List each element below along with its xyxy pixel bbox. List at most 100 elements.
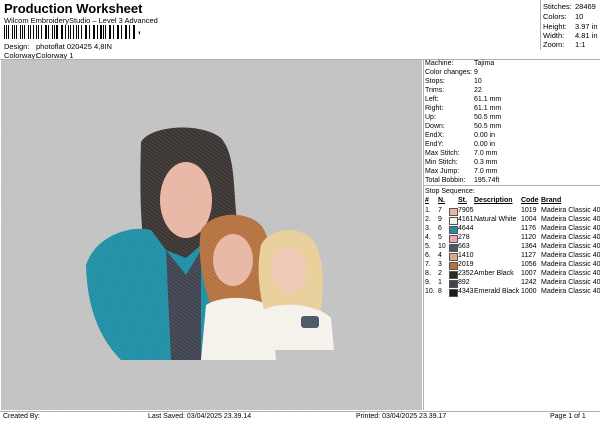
stop-n: 2 (438, 270, 442, 277)
barcode-bar (35, 25, 38, 39)
colors-row: Colors: 10 (543, 12, 583, 21)
stop-code: 1120 (521, 234, 537, 241)
stop-st: 892 (458, 279, 470, 286)
stop-st: 2019 (458, 261, 474, 268)
stop-n: 1 (438, 279, 442, 286)
barcode-bar (134, 25, 136, 39)
thread-color-swatch (449, 244, 458, 252)
stop-row: 9. 1 892 1242 Madeira Classic 40 (425, 279, 600, 288)
width-row: Width: 4.81 in (543, 31, 598, 40)
thread-color-swatch (449, 217, 458, 225)
machine-row: EndY: 0.00 in (425, 141, 495, 150)
stop-n: 5 (438, 234, 442, 241)
machine-value: Tajima (474, 60, 495, 67)
machine-value: 7.0 mm (474, 168, 498, 175)
stop-code: 1364 (521, 243, 537, 250)
machine-row: Max Stitch: 7.0 mm (425, 150, 497, 159)
thread-color-swatch (449, 271, 458, 279)
machine-label: Min Stitch: (425, 159, 458, 166)
col-st: St. (458, 197, 467, 204)
col-brand: Brand (541, 197, 562, 204)
machine-label: Down: (425, 123, 445, 130)
design-preview (1, 60, 422, 410)
machine-label: Machine: (425, 60, 454, 67)
created-by: Created By: (3, 413, 40, 420)
stop-row: 4. 5 278 1120 Madeira Classic 40 (425, 234, 600, 243)
barcode-bar (56, 25, 58, 39)
machine-label: Trims: (425, 87, 445, 94)
machine-label: Up: (425, 114, 436, 121)
machine-value: 0.00 in (474, 132, 496, 139)
barcode-bar (28, 25, 30, 39)
stop-num: 5. (425, 243, 431, 250)
height-value: 3.97 in (575, 22, 598, 31)
thread-color-swatch (449, 289, 458, 297)
barcode-bar (40, 25, 42, 39)
machine-row: Left: 61.1 mm (425, 96, 501, 105)
barcode-bar (60, 25, 62, 39)
stop-desc: Amber Black (474, 270, 514, 277)
machine-row: Max Jump: 7.0 mm (425, 168, 497, 177)
stop-brand: Madeira Classic 40 (541, 279, 600, 286)
embroidery-artwork (1, 60, 422, 410)
machine-label: Max Stitch: (425, 150, 460, 157)
stop-sequence: Stop Sequence: # N. St. Description Code… (425, 188, 600, 301)
stop-row: 5. 10 663 1364 Madeira Classic 40 (425, 243, 600, 252)
stop-row: 6. 4 1410 1127 Madeira Classic 40 (425, 252, 600, 261)
stop-row: 3. 6 4644 1176 Madeira Classic 40 (425, 225, 600, 234)
barcode-bar (78, 25, 80, 39)
zoom-label: Zoom: (543, 40, 565, 49)
barcode-bar (86, 25, 88, 39)
stop-row: 8. 2 2352 Amber Black 1007 Madeira Classic 40 (425, 270, 600, 279)
machine-row: Trims: 22 (425, 87, 482, 96)
height-label: Height: (543, 22, 567, 31)
stop-st: 278 (458, 234, 470, 241)
stop-code: 1004 (521, 216, 537, 223)
machine-label: Total Bobbin: (425, 177, 466, 184)
stop-brand: Madeira Classic 40 (541, 288, 600, 295)
stop-brand: Madeira Classic 40 (541, 243, 600, 250)
barcode-bar (76, 25, 77, 39)
stop-brand: Madeira Classic 40 (541, 207, 600, 214)
design-label: Design: (4, 42, 30, 51)
machine-row: Right: 61.1 mm (425, 105, 501, 114)
barcode-bar (4, 25, 5, 39)
machine-value: 7.0 mm (474, 150, 498, 157)
stop-num: 9. (425, 279, 431, 286)
barcode-bar (24, 25, 26, 39)
summary-panel: Stitches: 28469 Colors: 10 Height: 3.97 in … (543, 1, 600, 51)
stop-brand: Madeira Classic 40 (541, 234, 600, 241)
stop-row: 2. 9 4161 Natural White 1004 Madeira Classic … (425, 216, 600, 225)
thread-color-swatch (449, 235, 458, 243)
stop-st: 7905 (458, 207, 474, 214)
machine-value: 50.5 mm (474, 114, 502, 121)
machine-value: 61.1 mm (474, 105, 502, 112)
panel-divider (423, 59, 424, 410)
machine-row: Machine: Tajima (425, 60, 494, 69)
machine-row: Up: 50.5 mm (425, 114, 501, 123)
colors-label: Colors: (543, 12, 567, 21)
stop-n: 4 (438, 252, 442, 259)
col-description: Description (474, 197, 513, 204)
printed-date: Printed: 03/04/2025 23.39.17 (356, 413, 447, 420)
machine-divider (424, 185, 600, 186)
stop-num: 10. (425, 288, 435, 295)
machine-value: 22 (474, 87, 482, 94)
machine-value: 195.74ft (474, 177, 500, 184)
stop-code: 1176 (521, 225, 537, 232)
stop-n: 8 (438, 288, 442, 295)
stop-code: 1056 (521, 261, 537, 268)
stop-n: 6 (438, 225, 442, 232)
stop-desc: Natural White (474, 216, 517, 223)
machine-value: 50.5 mm (474, 123, 502, 130)
stop-num: 2. (425, 216, 431, 223)
stop-brand: Madeira Classic 40 (541, 225, 600, 232)
stop-st: 4644 (458, 225, 474, 232)
stop-num: 7. (425, 261, 431, 268)
col-num: # (425, 197, 429, 204)
stop-code: 1242 (521, 279, 537, 286)
stop-n: 10 (438, 243, 446, 250)
stop-num: 1. (425, 207, 431, 214)
thread-color-swatch (449, 280, 458, 288)
machine-label: Stops: (425, 78, 445, 85)
